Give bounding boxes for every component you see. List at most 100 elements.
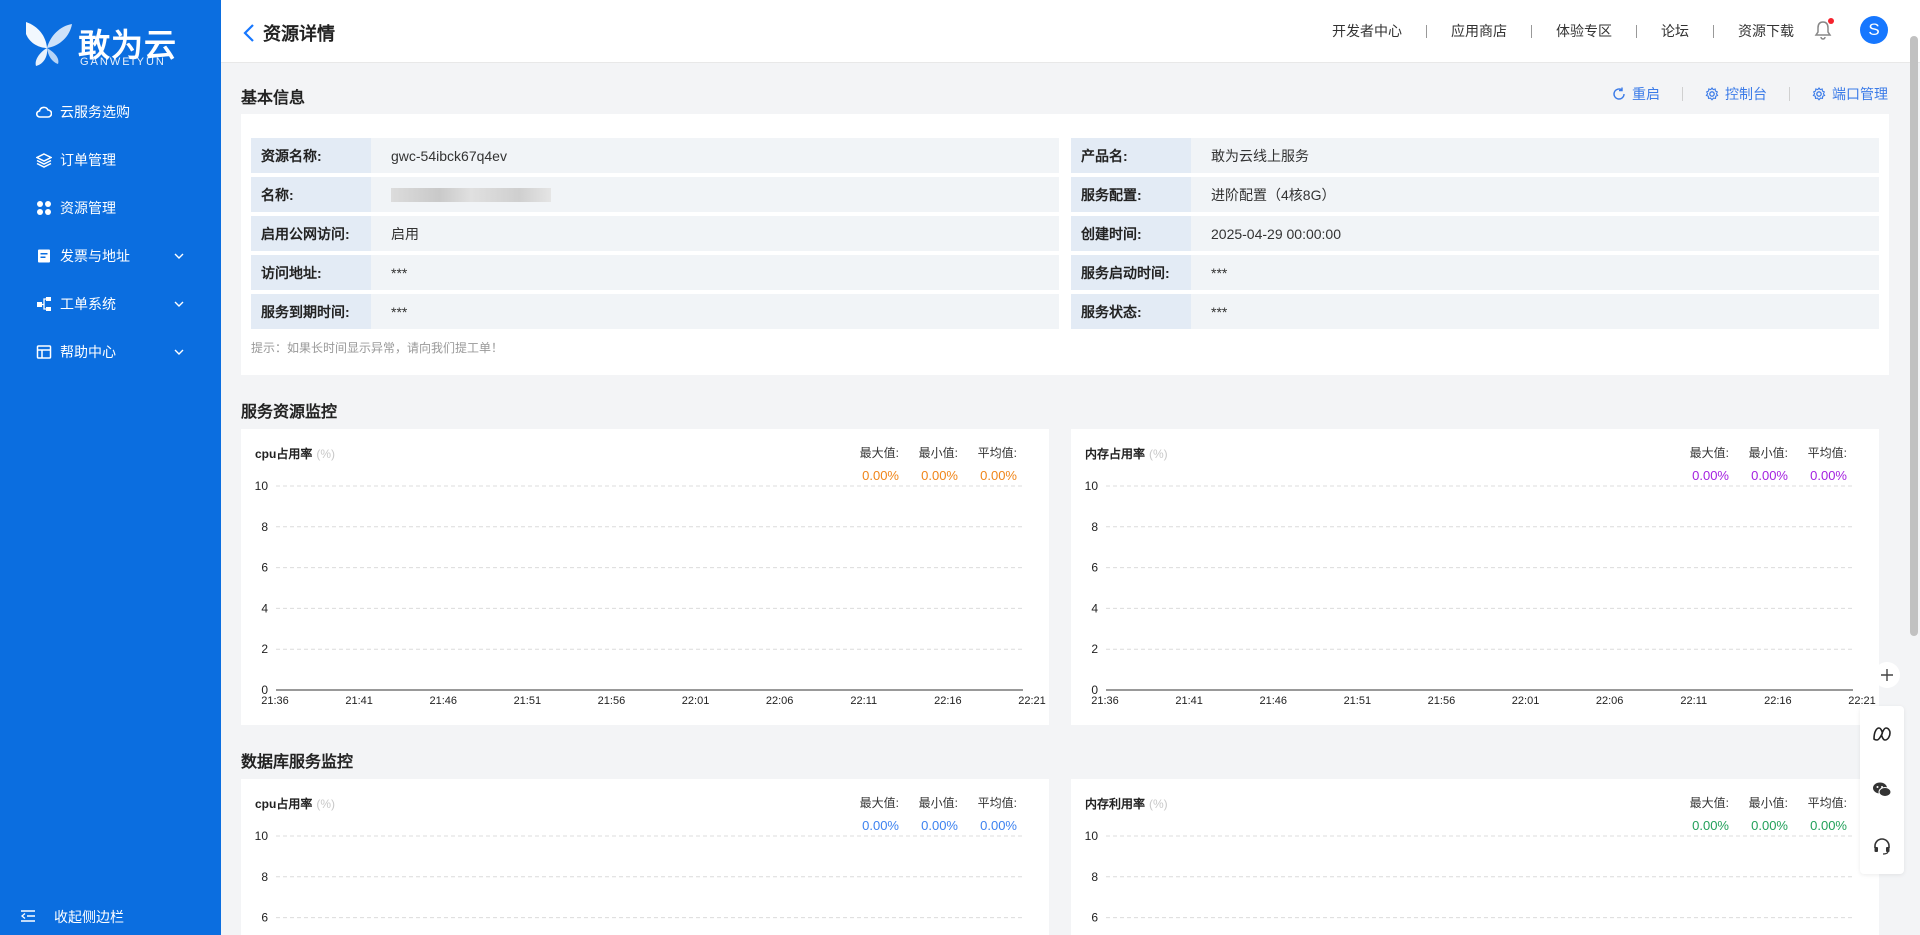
workflow-icon: [36, 296, 52, 312]
sidebar-item-label: 资源管理: [60, 200, 116, 216]
chart-plot: 024681021:36 21:41 21:46 21:51 21:56 22:01 22:…: [255, 479, 1046, 707]
top-bar: 资源详情 开发者中心 应用商店 体验专区 论坛 资源下载 S: [221, 0, 1920, 63]
plus-button[interactable]: [1874, 662, 1900, 688]
gear-icon: [1705, 87, 1719, 101]
notification-bell-icon[interactable]: [1814, 18, 1834, 42]
y-tick-label: 4: [261, 601, 268, 615]
infinity-icon: [1873, 727, 1891, 741]
info-value: 进阶配置（4核8G）: [1211, 186, 1336, 203]
sidebar-item-label: 工单系统: [60, 296, 116, 312]
console-button[interactable]: 控制台: [1683, 84, 1767, 104]
help-icon: [36, 344, 52, 360]
customer-service-button[interactable]: [1860, 818, 1904, 874]
x-tick-label: 21:41: [1175, 695, 1203, 707]
back-button[interactable]: 资源详情: [243, 20, 335, 46]
wechat-icon: [1873, 782, 1892, 797]
y-tick-label: 4: [1091, 601, 1098, 615]
y-tick-label: 8: [1091, 520, 1098, 534]
brand-logo[interactable]: 敢为云 GANWEIYUN: [20, 18, 190, 70]
info-row-service-config: 服务配置: 进阶配置（4核8G）: [1071, 177, 1879, 212]
y-tick-label: 10: [1085, 829, 1099, 843]
x-tick-label: 21:56: [1428, 695, 1456, 707]
y-tick-label: 8: [1091, 870, 1098, 884]
x-tick-label: 21:46: [1259, 695, 1287, 707]
layers-icon: [36, 152, 52, 168]
info-key: 名称:: [251, 177, 371, 212]
x-tick-label: 22:11: [1680, 695, 1707, 707]
sidebar-item-tickets[interactable]: 工单系统: [36, 289, 186, 319]
nav-developer-center[interactable]: 开发者中心: [1308, 21, 1426, 41]
wechat-button[interactable]: [1860, 762, 1904, 818]
page-title: 资源详情: [263, 24, 335, 44]
x-tick-label: 22:06: [1596, 695, 1624, 707]
info-key: 产品名:: [1071, 138, 1191, 173]
restart-button[interactable]: 重启: [1590, 84, 1660, 104]
basic-info-panel: 资源名称: gwc-54ibck67q4ev 名称: 启用公网访问: 启用 访问…: [241, 114, 1889, 375]
chart-panel-service-memory: 内存占用率 (%) 最大值: 0.00% 最小值: 0.00% 平均值: 0.00% 0 2 4 6 8…: [1071, 429, 1879, 725]
gear-icon: [1812, 87, 1826, 101]
info-key: 创建时间:: [1071, 216, 1191, 251]
nav-app-store[interactable]: 应用商店: [1427, 21, 1531, 41]
nav-downloads[interactable]: 资源下载: [1714, 21, 1794, 41]
brand-sub: GANWEIYUN: [80, 56, 166, 68]
port-management-button[interactable]: 端口管理: [1790, 84, 1888, 104]
x-tick-label: 22:06: [766, 695, 794, 707]
info-key: 服务启动时间:: [1071, 255, 1191, 290]
y-tick-label: 10: [255, 479, 269, 493]
info-value: [371, 177, 1059, 212]
info-value: 启用: [391, 225, 419, 242]
chart-panel-db-cpu: cpu占用率 (%) 最大值: 0.00% 最小值: 0.00% 平均值: 0.00% 6 8 10: [241, 779, 1049, 935]
console-label: 控制台: [1725, 86, 1767, 102]
grid-icon: [36, 200, 52, 216]
y-tick-label: 8: [261, 520, 268, 534]
info-row-product-name: 产品名: 敢为云线上服务: [1071, 138, 1879, 173]
info-key: 服务状态:: [1071, 294, 1191, 329]
redacted-name: [391, 187, 551, 202]
info-key: 访问地址:: [251, 255, 371, 290]
info-row-resource-name: 资源名称: gwc-54ibck67q4ev: [251, 138, 1059, 173]
info-row-created-time: 创建时间: 2025-04-29 00:00:00: [1071, 216, 1879, 251]
chart-plot: 6 8 10: [255, 829, 1023, 925]
y-tick-label: 8: [261, 870, 268, 884]
info-row-name: 名称:: [251, 177, 1059, 212]
page-scrollbar[interactable]: [1908, 36, 1920, 636]
y-tick-label: 2: [261, 642, 268, 656]
info-value: ***: [391, 303, 408, 320]
sidebar-item-orders[interactable]: 订单管理: [36, 145, 186, 175]
section-title-database-monitor: 数据库服务监控: [241, 754, 354, 771]
y-tick-label: 6: [261, 911, 268, 925]
sidebar-item-label: 云服务选购: [60, 104, 130, 120]
meta-button[interactable]: [1860, 706, 1904, 762]
nav-forum[interactable]: 论坛: [1637, 21, 1713, 41]
refresh-icon: [1613, 87, 1625, 100]
collapse-sidebar-button[interactable]: 收起侧边栏: [20, 907, 124, 927]
info-row-service-status: 服务状态: ***: [1071, 294, 1879, 329]
sidebar-item-invoice[interactable]: 发票与地址: [36, 241, 186, 271]
nav-experience-zone[interactable]: 体验专区: [1532, 21, 1636, 41]
info-column-left: 资源名称: gwc-54ibck67q4ev 名称: 启用公网访问: 启用 访问…: [251, 138, 1059, 333]
x-tick-label: 22:21: [1018, 695, 1046, 707]
y-tick-label: 6: [1091, 561, 1098, 575]
info-key: 资源名称:: [251, 138, 371, 173]
info-value: 2025-04-29 00:00:00: [1211, 225, 1341, 242]
sidebar-item-resources[interactable]: 资源管理: [36, 193, 186, 223]
x-tick-label: 22:01: [682, 695, 710, 707]
y-tick-label: 6: [1091, 911, 1098, 925]
user-avatar[interactable]: S: [1860, 16, 1888, 44]
x-tick-label: 21:36: [1091, 695, 1119, 707]
sidebar-item-help[interactable]: 帮助中心: [36, 337, 186, 367]
info-key: 启用公网访问:: [251, 216, 371, 251]
info-row-start-time: 服务启动时间: ***: [1071, 255, 1879, 290]
scrollbar-thumb[interactable]: [1910, 36, 1918, 636]
chart-plot: 024681021:36 21:41 21:46 21:51 21:56 22:01 22:…: [1085, 479, 1876, 707]
sidebar-item-cloud-purchase[interactable]: 云服务选购: [36, 97, 186, 127]
info-key: 服务配置:: [1071, 177, 1191, 212]
collapse-sidebar-label: 收起侧边栏: [54, 909, 124, 925]
chart-panel-service-cpu: cpu占用率 (%) 最大值: 0.00% 最小值: 0.00% 平均值: 0.00% 0 2 4 6…: [241, 429, 1049, 725]
sidebar-item-label: 发票与地址: [60, 248, 130, 264]
chevron-down-icon: [174, 301, 184, 307]
x-tick-label: 21:51: [1344, 695, 1372, 707]
sidebar-item-label: 帮助中心: [60, 344, 116, 360]
section-title-basic-info: 基本信息: [241, 90, 306, 107]
butterfly-logo-icon: [26, 22, 72, 66]
